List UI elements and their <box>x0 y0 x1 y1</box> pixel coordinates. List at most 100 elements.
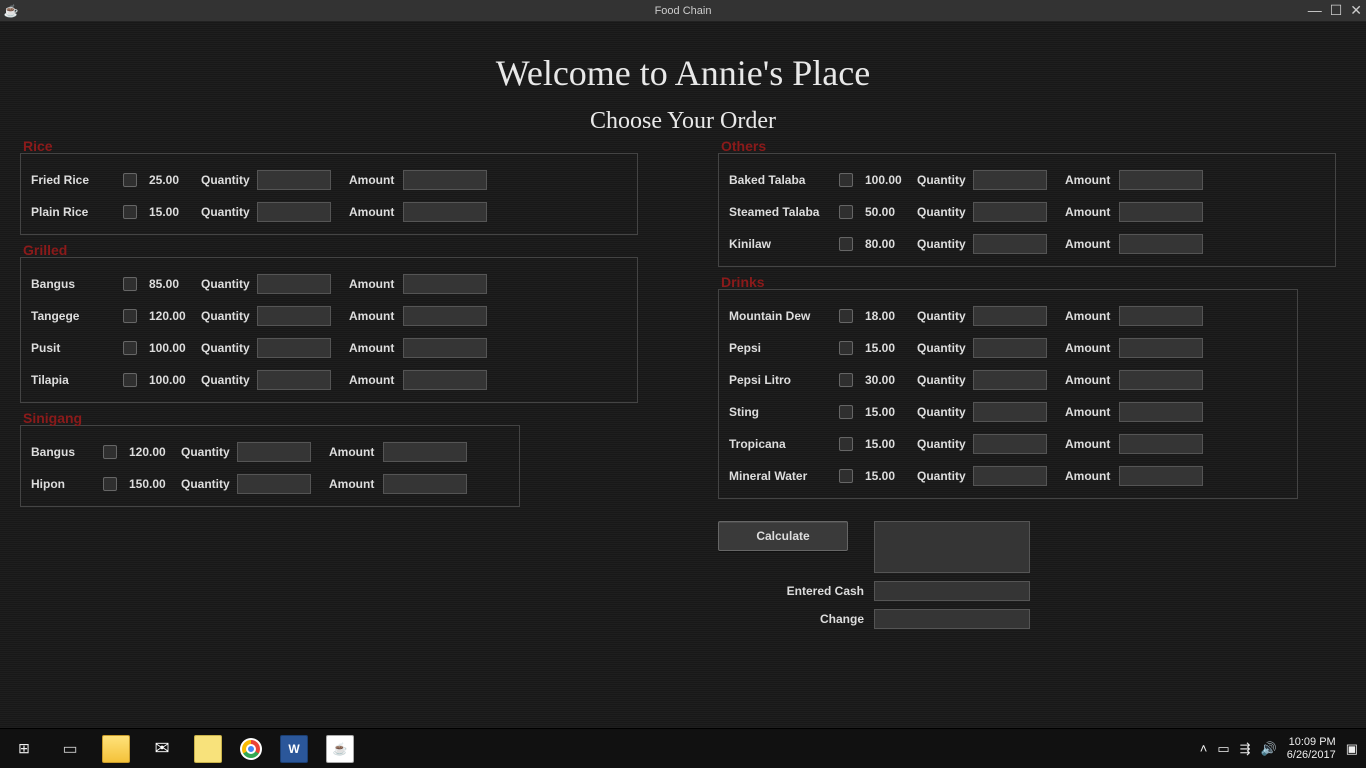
tray-chevron-icon[interactable]: ˄ <box>1200 741 1208 756</box>
item-price: 15.00 <box>859 341 917 355</box>
amount-input[interactable] <box>1119 170 1203 190</box>
checkbox-steamed-talaba[interactable] <box>839 205 853 219</box>
amount-input[interactable] <box>383 474 467 494</box>
quantity-input[interactable] <box>237 474 311 494</box>
calculate-button[interactable]: Calculate <box>718 521 848 551</box>
checkbox-hipon[interactable] <box>103 477 117 491</box>
entered-cash-input[interactable] <box>874 581 1030 601</box>
checkbox-pepsi[interactable] <box>839 341 853 355</box>
item-price: 18.00 <box>859 309 917 323</box>
checkbox-kinilaw[interactable] <box>839 237 853 251</box>
quantity-label: Quantity <box>917 373 973 387</box>
checkbox-mountain-dew[interactable] <box>839 309 853 323</box>
quantity-input[interactable] <box>257 274 331 294</box>
amount-input[interactable] <box>403 274 487 294</box>
checkbox-tropicana[interactable] <box>839 437 853 451</box>
item-price: 15.00 <box>859 469 917 483</box>
amount-input[interactable] <box>383 442 467 462</box>
start-button[interactable]: ⊞ <box>0 740 48 757</box>
item-name: Tilapia <box>31 373 123 387</box>
change-label: Change <box>742 612 874 626</box>
chrome-icon[interactable] <box>240 738 262 760</box>
quantity-input[interactable] <box>973 338 1047 358</box>
item-name: Bangus <box>31 445 103 459</box>
amount-input[interactable] <box>403 202 487 222</box>
checkbox-bangus-sinigang[interactable] <box>103 445 117 459</box>
amount-input[interactable] <box>1119 306 1203 326</box>
quantity-input[interactable] <box>257 306 331 326</box>
quantity-input[interactable] <box>973 234 1047 254</box>
quantity-label: Quantity <box>201 173 257 187</box>
amount-label: Amount <box>349 309 403 323</box>
quantity-input[interactable] <box>257 202 331 222</box>
minimize-icon[interactable]: — <box>1308 2 1322 19</box>
word-icon[interactable]: W <box>280 735 308 763</box>
quantity-input[interactable] <box>973 170 1047 190</box>
group-sinigang: Sinigang Bangus120.00QuantityAmount Hipo… <box>20 425 520 507</box>
checkbox-tilapia[interactable] <box>123 373 137 387</box>
battery-icon[interactable]: ▭ <box>1217 741 1229 757</box>
quantity-label: Quantity <box>201 373 257 387</box>
checkbox-fried-rice[interactable] <box>123 173 137 187</box>
quantity-input[interactable] <box>237 442 311 462</box>
amount-input[interactable] <box>403 306 487 326</box>
quantity-input[interactable] <box>973 202 1047 222</box>
amount-input[interactable] <box>403 338 487 358</box>
change-output[interactable] <box>874 609 1030 629</box>
quantity-input[interactable] <box>973 370 1047 390</box>
task-view-icon[interactable]: ▭ <box>56 735 84 763</box>
quantity-label: Quantity <box>917 309 973 323</box>
checkbox-plain-rice[interactable] <box>123 205 137 219</box>
checkbox-bangus-grilled[interactable] <box>123 277 137 291</box>
window-title: Food Chain <box>655 5 712 17</box>
notifications-icon[interactable]: ▣ <box>1346 741 1358 757</box>
amount-input[interactable] <box>403 170 487 190</box>
quantity-input[interactable] <box>257 170 331 190</box>
item-name: Hipon <box>31 477 103 491</box>
checkbox-mineral-water[interactable] <box>839 469 853 483</box>
volume-icon[interactable]: 🔊 <box>1261 741 1277 757</box>
taskbar: ⊞ ▭ ✉ W ☕ ˄ ▭ ⇶ 🔊 10:09 PM 6/26/2017 ▣ <box>0 728 1366 768</box>
amount-input[interactable] <box>1119 434 1203 454</box>
item-price: 50.00 <box>859 205 917 219</box>
java-icon[interactable]: ☕ <box>326 735 354 763</box>
page-title: Welcome to Annie's Place <box>0 52 1366 94</box>
group-title-rice: Rice <box>21 138 55 154</box>
quantity-input[interactable] <box>257 370 331 390</box>
maximize-icon[interactable]: ☐ <box>1330 2 1343 19</box>
sticky-notes-icon[interactable] <box>194 735 222 763</box>
checkbox-pusit[interactable] <box>123 341 137 355</box>
amount-input[interactable] <box>1119 338 1203 358</box>
amount-input[interactable] <box>1119 370 1203 390</box>
amount-input[interactable] <box>1119 466 1203 486</box>
item-price: 100.00 <box>143 341 201 355</box>
amount-label: Amount <box>1065 437 1119 451</box>
group-rice: Rice Fried Rice25.00QuantityAmount Plain… <box>20 153 638 235</box>
file-explorer-icon[interactable] <box>102 735 130 763</box>
quantity-input[interactable] <box>973 466 1047 486</box>
amount-input[interactable] <box>1119 202 1203 222</box>
clock[interactable]: 10:09 PM 6/26/2017 <box>1287 736 1336 761</box>
item-name: Pepsi <box>729 341 839 355</box>
clock-time: 10:09 PM <box>1287 736 1336 749</box>
close-icon[interactable]: ✕ <box>1350 2 1362 19</box>
checkbox-sting[interactable] <box>839 405 853 419</box>
quantity-input[interactable] <box>973 306 1047 326</box>
amount-label: Amount <box>349 277 403 291</box>
amount-input[interactable] <box>1119 234 1203 254</box>
amount-input[interactable] <box>403 370 487 390</box>
quantity-label: Quantity <box>917 341 973 355</box>
quantity-input[interactable] <box>973 434 1047 454</box>
amount-input[interactable] <box>1119 402 1203 422</box>
quantity-input[interactable] <box>973 402 1047 422</box>
amount-label: Amount <box>1065 373 1119 387</box>
wifi-icon[interactable]: ⇶ <box>1240 741 1251 757</box>
checkbox-pepsi-litro[interactable] <box>839 373 853 387</box>
mail-icon[interactable]: ✉ <box>148 735 176 763</box>
checkbox-baked-talaba[interactable] <box>839 173 853 187</box>
group-title-grilled: Grilled <box>21 242 69 258</box>
quantity-input[interactable] <box>257 338 331 358</box>
quantity-label: Quantity <box>181 477 237 491</box>
amount-label: Amount <box>1065 405 1119 419</box>
checkbox-tangege[interactable] <box>123 309 137 323</box>
